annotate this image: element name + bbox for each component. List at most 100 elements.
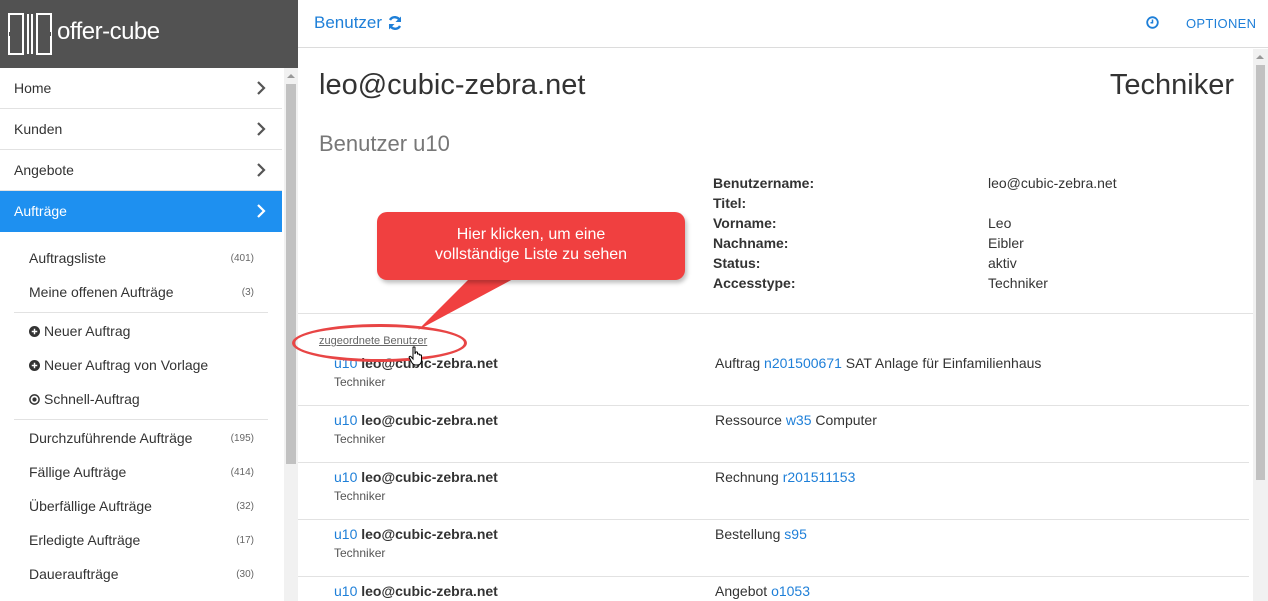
list-item-object: Bestellung s95 <box>715 526 807 542</box>
user-id-link[interactable]: u10 <box>334 526 357 542</box>
scroll-up-arrow-icon[interactable] <box>287 72 295 80</box>
nav-item-kunden[interactable]: Kunden <box>0 109 282 150</box>
user-mail: leo@cubic-zebra.net <box>361 583 498 599</box>
object-desc: Computer <box>815 412 877 428</box>
user-mail: leo@cubic-zebra.net <box>361 469 498 485</box>
object-type: Angebot <box>715 583 768 599</box>
sidebar: offer-cube Home Kunden Angebote Aufträge <box>0 0 298 601</box>
nav-item-label: Kunden <box>14 121 63 137</box>
dot-circle-icon <box>29 393 40 405</box>
count-badge: (3) <box>241 286 254 298</box>
subnav-item-auftragsliste[interactable]: Auftragsliste (401) <box>29 250 254 266</box>
list-item-object: Ressource w35 Computer <box>715 412 877 428</box>
detail-value: Techniker <box>988 275 1048 291</box>
detail-row: Titel: <box>713 195 1253 215</box>
nav-item-label: Aufträge <box>14 203 67 219</box>
chevron-right-icon <box>254 163 268 177</box>
user-id-link[interactable]: u10 <box>334 583 357 599</box>
scrollbar-thumb[interactable] <box>286 84 296 464</box>
detail-row: Accesstype: Techniker <box>713 275 1253 295</box>
nav-item-auftraege[interactable]: Aufträge <box>0 191 282 232</box>
main-scrollbar[interactable] <box>1253 49 1268 601</box>
subnav-item-label: Daueraufträge <box>29 566 119 582</box>
object-type: Rechnung <box>715 469 779 485</box>
chevron-right-icon <box>254 122 268 136</box>
subnav-item-ueberfaellige[interactable]: Überfällige Aufträge (32) <box>29 498 254 514</box>
object-ref-link[interactable]: s95 <box>784 526 807 542</box>
clock-icon[interactable] <box>1146 16 1159 29</box>
subnav-item-label: Auftragsliste <box>29 250 107 266</box>
list-item[interactable]: u10 leo@cubic-zebra.net Techniker Rechnu… <box>298 463 1249 520</box>
brand-header[interactable]: offer-cube <box>0 0 298 68</box>
detail-value: leo@cubic-zebra.net <box>988 175 1117 191</box>
callout-tooltip: Hier klicken, um eine vollständige Liste… <box>377 212 685 280</box>
user-role: Techniker <box>334 546 386 560</box>
object-ref-link[interactable]: r201511153 <box>783 469 856 485</box>
object-type: Auftrag <box>715 355 761 371</box>
nav-item-angebote[interactable]: Angebote <box>0 150 282 191</box>
detail-row: Benutzername: leo@cubic-zebra.net <box>713 175 1253 195</box>
list-item-object: Angebot o1053 <box>715 583 810 599</box>
user-email-heading: leo@cubic-zebra.net <box>319 69 586 101</box>
object-ref-link[interactable]: n201500671 <box>764 355 842 371</box>
divider <box>14 312 268 313</box>
scrollbar-thumb[interactable] <box>1256 65 1265 480</box>
list-item[interactable]: u10 leo@cubic-zebra.net Techniker Bestel… <box>298 520 1249 577</box>
callout-line: vollständige Liste zu sehen <box>434 246 628 263</box>
options-button[interactable]: OPTIONEN <box>1186 16 1256 31</box>
subnav-item-meine-offenen[interactable]: Meine offenen Aufträge (3) <box>29 284 254 300</box>
user-subtitle: Benutzer u10 <box>319 131 450 156</box>
scroll-up-arrow-icon[interactable] <box>1256 53 1264 61</box>
list-item-user: u10 leo@cubic-zebra.net <box>334 526 498 542</box>
page-title: Benutzer <box>314 13 403 33</box>
user-id-link[interactable]: u10 <box>334 412 357 428</box>
subnav-item-label: Durchzuführende Aufträge <box>29 430 193 446</box>
detail-key: Titel: <box>713 195 747 211</box>
count-badge: (401) <box>230 252 254 264</box>
plus-circle-icon <box>29 359 40 371</box>
list-item[interactable]: u10 leo@cubic-zebra.net Techniker Auftra… <box>298 349 1249 406</box>
highlight-ellipse <box>292 324 467 362</box>
list-item-object: Auftrag n201500671 SAT Anlage für Einfam… <box>715 355 1041 371</box>
count-badge: (195) <box>230 432 254 444</box>
subnav-item-dauer[interactable]: Daueraufträge (30) <box>29 566 254 582</box>
user-id-link[interactable]: u10 <box>334 469 357 485</box>
subnav-item-schnell-auftrag[interactable]: Schnell-Auftrag <box>29 391 254 407</box>
user-role-heading: Techniker <box>1109 69 1234 101</box>
detail-key: Vorname: <box>713 215 777 231</box>
detail-key: Status: <box>713 255 761 271</box>
object-type: Ressource <box>715 412 782 428</box>
object-ref-link[interactable]: o1053 <box>771 583 810 599</box>
detail-row: Vorname: Leo <box>713 215 1253 235</box>
detail-row: Status: aktiv <box>713 255 1253 275</box>
divider <box>14 419 268 420</box>
chevron-right-icon <box>254 204 268 218</box>
subnav-item-durchzufuehrende[interactable]: Durchzuführende Aufträge (195) <box>29 430 254 446</box>
subnav-item-faellige[interactable]: Fällige Aufträge (414) <box>29 464 254 480</box>
user-role: Techniker <box>334 489 386 503</box>
subnav-item-neuer-auftrag-vorlage[interactable]: Neuer Auftrag von Vorlage <box>29 357 254 373</box>
subnav-item-label: Fällige Aufträge <box>29 464 127 480</box>
user-role: Techniker <box>334 375 386 389</box>
detail-key: Benutzername: <box>713 175 815 191</box>
subnav-item-neuer-auftrag[interactable]: Neuer Auftrag <box>29 323 254 339</box>
page-title-text: Benutzer <box>314 13 383 32</box>
callout-line: Hier klicken, um eine <box>456 226 606 243</box>
list-item[interactable]: u10 leo@cubic-zebra.net Techniker Ressou… <box>298 406 1249 463</box>
sidebar-scrollbar[interactable] <box>284 68 298 601</box>
subnav-item-erledigte[interactable]: Erledigte Aufträge (17) <box>29 532 254 548</box>
subnav-item-label: Überfällige Aufträge <box>29 498 152 514</box>
main-nav: Home Kunden Angebote Aufträge <box>0 68 282 232</box>
list-item-user: u10 leo@cubic-zebra.net <box>334 469 498 485</box>
list-item[interactable]: u10 leo@cubic-zebra.net Angebot o1053 <box>298 577 1249 601</box>
list-item-user: u10 leo@cubic-zebra.net <box>334 412 498 428</box>
list-item-object: Rechnung r201511153 <box>715 469 855 485</box>
object-ref-link[interactable]: w35 <box>786 412 812 428</box>
detail-key: Accesstype: <box>713 275 796 291</box>
nav-item-home[interactable]: Home <box>0 68 282 109</box>
subnav-item-label: Neuer Auftrag von Vorlage <box>44 357 209 373</box>
refresh-icon[interactable] <box>387 15 403 31</box>
plus-circle-icon <box>29 325 40 337</box>
subnav-item-label: Neuer Auftrag <box>44 323 131 339</box>
top-bar: Benutzer OPTIONEN <box>298 0 1268 48</box>
